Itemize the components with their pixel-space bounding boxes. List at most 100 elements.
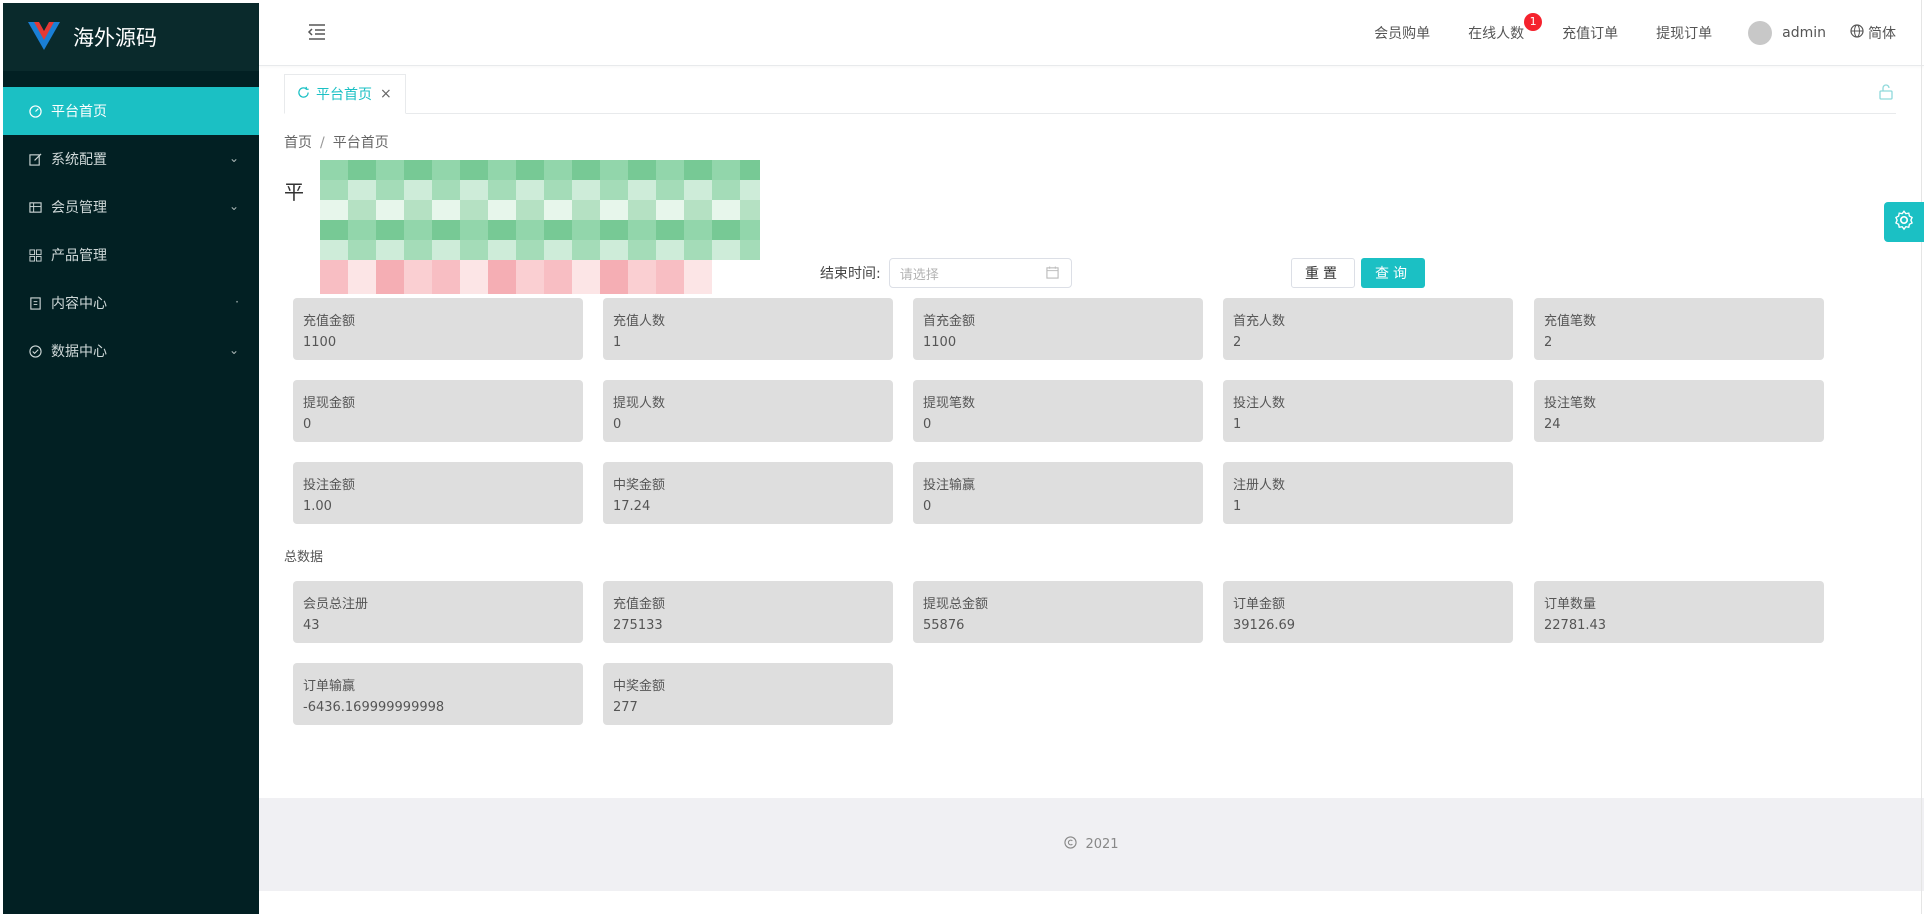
stat-value: 1100 — [923, 335, 957, 350]
redaction-pixel — [432, 200, 460, 220]
globe-icon — [1850, 24, 1864, 42]
stat-card: 首充人数 2 — [1223, 298, 1513, 360]
tab-bar: 平台首页 × — [284, 74, 1896, 114]
redaction-pixel — [488, 200, 516, 220]
query-button[interactable]: 查询 — [1361, 258, 1425, 288]
redaction-pixel — [432, 180, 460, 200]
stat-card: 充值笔数 2 — [1534, 298, 1824, 360]
nav-online-users[interactable]: 在线人数 1 — [1468, 13, 1543, 43]
stat-value: 1.00 — [303, 499, 332, 514]
sidebar-item-label: 会员管理 — [51, 200, 107, 216]
refresh-icon[interactable] — [297, 86, 310, 103]
stat-value: 275133 — [613, 618, 663, 633]
sidebar-item-content[interactable]: 内容中心 · — [3, 279, 259, 327]
redaction-pixel — [460, 200, 488, 220]
sidebar-item-data[interactable]: 数据中心 ⌄ — [3, 327, 259, 375]
tab-label: 平台首页 — [316, 87, 372, 103]
redaction-pixel — [516, 180, 544, 200]
close-icon[interactable]: × — [380, 86, 392, 102]
breadcrumb-home[interactable]: 首页 — [284, 135, 312, 151]
redaction-pixel — [712, 200, 740, 220]
total-section-label: 总数据 — [284, 550, 324, 565]
sidebar-item-system-config[interactable]: 系统配置 ⌄ — [3, 135, 259, 183]
user-menu[interactable]: admin — [1748, 21, 1826, 45]
redaction-pixel — [404, 240, 432, 260]
stat-value: 1 — [1233, 499, 1242, 514]
sidebar-item-dashboard[interactable]: 平台首页 — [3, 87, 259, 135]
stat-card: 投注人数 1 — [1223, 380, 1513, 442]
settings-button[interactable] — [1884, 202, 1924, 242]
sidebar-item-label: 系统配置 — [51, 152, 107, 168]
nav-recharge-orders[interactable]: 充值订单 — [1562, 23, 1618, 43]
nav-withdraw-orders[interactable]: 提现订单 — [1656, 23, 1712, 43]
redaction-pixel — [376, 220, 404, 240]
stat-value: 277 — [613, 700, 638, 715]
header-nav: 会员购单 在线人数 1 充值订单 提现订单 admin 简体 — [1336, 0, 1896, 66]
logo[interactable]: 海外源码 — [3, 3, 259, 71]
redaction-pixel — [460, 260, 488, 294]
redaction-pixel — [376, 240, 404, 260]
stat-label: 首充金额 — [923, 314, 976, 329]
sidebar-item-products[interactable]: 产品管理 — [3, 231, 259, 279]
redaction-pixel — [320, 220, 348, 240]
stat-label: 提现笔数 — [923, 396, 976, 411]
chevron-down-icon: ⌄ — [228, 199, 239, 213]
tab-dashboard[interactable]: 平台首页 × — [284, 74, 406, 114]
redaction-pixel — [712, 240, 740, 260]
sidebar-item-members[interactable]: 会员管理 ⌄ — [3, 183, 259, 231]
redaction-pixel — [320, 200, 348, 220]
stat-card: 注册人数 1 — [1223, 462, 1513, 524]
stat-value: 43 — [303, 618, 320, 633]
redaction-pixel — [572, 160, 600, 180]
menu-fold-icon[interactable] — [307, 22, 327, 42]
redaction-pixel — [488, 240, 516, 260]
stat-card: 充值金额 275133 — [603, 581, 893, 643]
redaction-pixel — [740, 160, 760, 180]
stat-card: 投注输赢 0 — [913, 462, 1203, 524]
redaction-pixel — [376, 180, 404, 200]
stat-card: 订单金额 39126.69 — [1223, 581, 1513, 643]
redaction-pixel — [684, 160, 712, 180]
redaction-pixel — [600, 220, 628, 240]
redaction-pixel — [348, 260, 376, 294]
stat-card: 投注笔数 24 — [1534, 380, 1824, 442]
stat-value: 55876 — [923, 618, 965, 633]
redaction-pixel — [656, 200, 684, 220]
grid-icon — [27, 247, 43, 263]
language-switch[interactable]: 简体 — [1850, 23, 1896, 43]
stat-label: 订单数量 — [1544, 597, 1597, 612]
redaction-pixel — [460, 160, 488, 180]
redaction-pixel — [516, 160, 544, 180]
redaction-pixel — [404, 160, 432, 180]
redaction-pixel — [404, 200, 432, 220]
end-time-input[interactable]: 请选择 — [888, 258, 1072, 288]
stat-label: 订单金额 — [1233, 597, 1286, 612]
redaction-pixel — [432, 240, 460, 260]
stat-value: 1 — [1233, 417, 1242, 432]
divider — [1921, 0, 1922, 914]
breadcrumb-current: 平台首页 — [332, 135, 389, 151]
language-label: 简体 — [1868, 26, 1896, 42]
redaction-pixel — [544, 240, 572, 260]
nav-member-orders[interactable]: 会员购单 — [1374, 23, 1430, 43]
redaction-pixel — [404, 260, 432, 294]
unlock-icon[interactable] — [1878, 84, 1896, 102]
stat-card: 订单数量 22781.43 — [1534, 581, 1824, 643]
stat-value: 0 — [923, 417, 932, 432]
chevron-down-icon: ⌄ — [228, 151, 239, 165]
redaction-pixel — [600, 260, 628, 294]
stat-card: 提现笔数 0 — [913, 380, 1203, 442]
redaction-pixel — [572, 220, 600, 240]
stat-value: 1100 — [303, 335, 337, 350]
redaction-pixel — [656, 260, 684, 294]
stat-label: 充值笔数 — [1544, 314, 1597, 329]
app-name: 海外源码 — [73, 26, 157, 50]
sidebar-item-label: 内容中心 — [51, 296, 107, 312]
reset-button[interactable]: 重置 — [1291, 258, 1355, 288]
stat-card: 中奖金额 277 — [603, 663, 893, 725]
redaction-pixel — [348, 200, 376, 220]
redaction-pixel — [684, 180, 712, 200]
stat-card: 会员总注册 43 — [293, 581, 583, 643]
redaction-pixel — [404, 180, 432, 200]
stat-label: 会员总注册 — [303, 597, 369, 612]
